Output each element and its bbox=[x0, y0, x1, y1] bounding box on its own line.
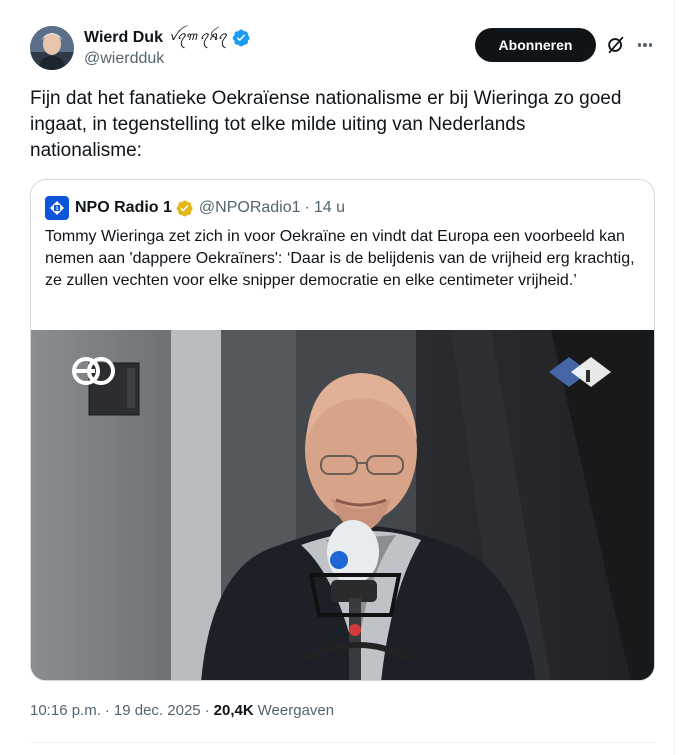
grok-icon[interactable] bbox=[605, 34, 627, 56]
timeline-border bbox=[674, 0, 675, 755]
author-display-name[interactable]: Wierd Duk bbox=[84, 29, 163, 47]
svg-text:1: 1 bbox=[56, 206, 59, 212]
author-name-script: ꪜꪖ꧑ ꪖꫝꪖ bbox=[168, 29, 227, 43]
divider bbox=[30, 742, 656, 743]
tweet-meta: 10:16 p.m. · 19 dec. 2025 · 20,4K Weerga… bbox=[30, 702, 334, 719]
quoted-tweet-header: 1 NPO Radio 1 @NPORadio1 · 14 u bbox=[45, 196, 345, 220]
npo-radio1-avatar[interactable]: 1 bbox=[45, 196, 69, 220]
separator-dot: · bbox=[204, 702, 210, 719]
quoted-timestamp[interactable]: 14 u bbox=[314, 199, 345, 217]
separator-dot: · bbox=[304, 199, 310, 216]
views-label: Weergaven bbox=[257, 702, 335, 719]
author-avatar[interactable] bbox=[30, 26, 74, 70]
tweet-time[interactable]: 10:16 p.m. bbox=[30, 702, 101, 719]
tweet-text: Fijn dat het fanatieke Oekraïense nation… bbox=[30, 88, 622, 161]
quoted-tweet[interactable]: 1 NPO Radio 1 @NPORadio1 · 14 u Tommy Wi… bbox=[30, 179, 655, 681]
quoted-video-media[interactable] bbox=[31, 330, 654, 680]
npo-logo-icon: 1 bbox=[50, 201, 64, 215]
gold-verified-badge-icon[interactable] bbox=[175, 199, 194, 218]
quoted-handle[interactable]: @NPORadio1 bbox=[199, 199, 301, 217]
quoted-display-name[interactable]: NPO Radio 1 bbox=[75, 199, 172, 217]
views-count[interactable]: 20,4K bbox=[214, 702, 254, 719]
verified-badge-icon[interactable] bbox=[231, 28, 251, 48]
author-name-row: Wierd Duk ꪜꪖ꧑ ꪖꫝꪖ bbox=[84, 28, 251, 48]
tweet-date[interactable]: 19 dec. 2025 bbox=[114, 702, 201, 719]
separator-dot: · bbox=[104, 702, 110, 719]
tweet: Wierd Duk ꪜꪖ꧑ ꪖꫝꪖ @wierdduk Abonneren Fi… bbox=[0, 0, 682, 755]
quoted-tweet-text: Tommy Wieringa zet zich in voor Oekraïne… bbox=[45, 228, 635, 289]
more-options-icon[interactable] bbox=[634, 34, 656, 56]
author-handle[interactable]: @wierdduk bbox=[84, 50, 164, 68]
subscribe-button[interactable]: Abonneren bbox=[475, 28, 596, 62]
